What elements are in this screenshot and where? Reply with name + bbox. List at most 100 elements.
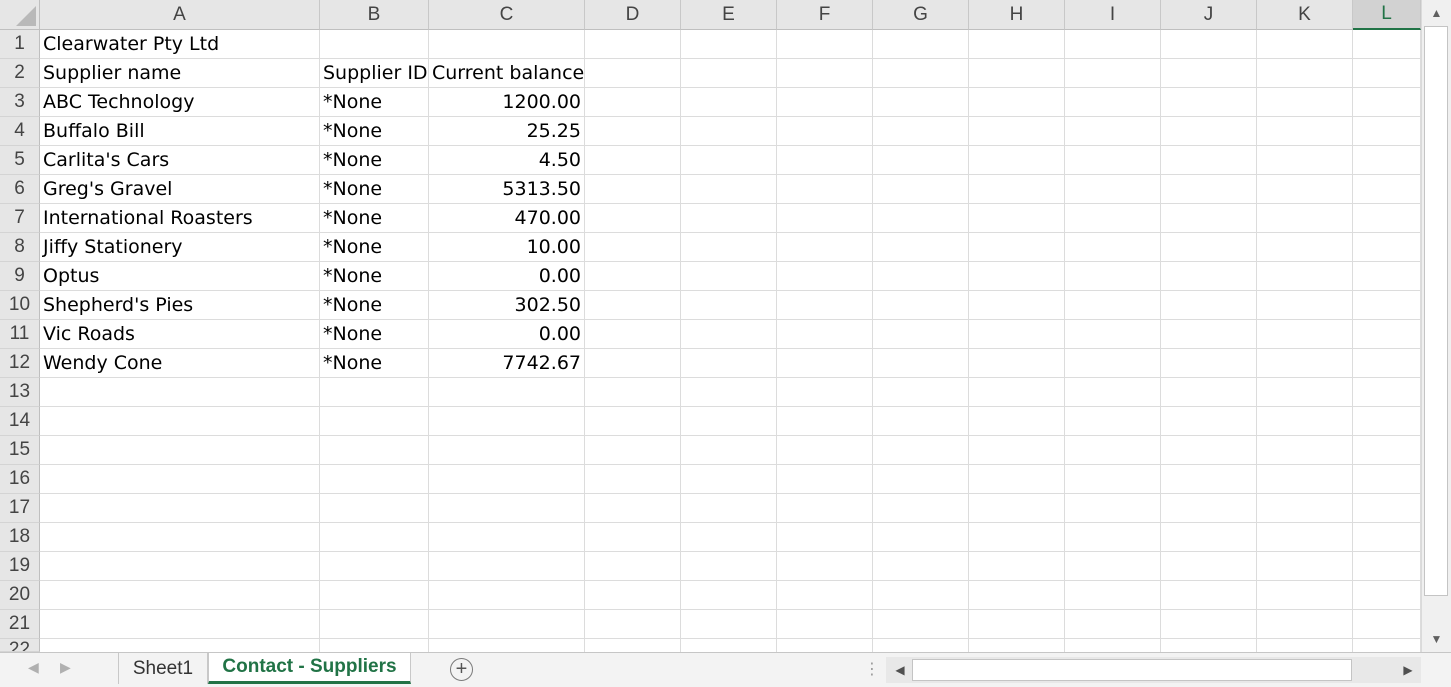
cell-k8[interactable] — [1257, 233, 1353, 262]
cell-h10[interactable] — [969, 291, 1065, 320]
cell-j3[interactable] — [1161, 88, 1257, 117]
cell-f22[interactable] — [777, 639, 873, 652]
cell-b17[interactable] — [320, 494, 429, 523]
cell-c6[interactable]: 5313.50 — [429, 175, 585, 204]
cell-b20[interactable] — [320, 581, 429, 610]
cell-j1[interactable] — [1161, 30, 1257, 59]
cell-f6[interactable] — [777, 175, 873, 204]
cell-h9[interactable] — [969, 262, 1065, 291]
cell-h15[interactable] — [969, 436, 1065, 465]
cell-f19[interactable] — [777, 552, 873, 581]
row-header-8[interactable]: 8 — [0, 233, 40, 262]
cell-j2[interactable] — [1161, 59, 1257, 88]
cell-f13[interactable] — [777, 378, 873, 407]
cell-k18[interactable] — [1257, 523, 1353, 552]
cell-i5[interactable] — [1065, 146, 1161, 175]
cell-g4[interactable] — [873, 117, 969, 146]
cell-a20[interactable] — [40, 581, 320, 610]
cell-e10[interactable] — [681, 291, 777, 320]
horizontal-scrollbar[interactable]: ◀ ▶ — [886, 657, 1421, 683]
cell-e14[interactable] — [681, 407, 777, 436]
cell-g8[interactable] — [873, 233, 969, 262]
cell-a15[interactable] — [40, 436, 320, 465]
cell-c21[interactable] — [429, 610, 585, 639]
cell-j16[interactable] — [1161, 465, 1257, 494]
cell-l6[interactable] — [1353, 175, 1421, 204]
row-header-21[interactable]: 21 — [0, 610, 40, 639]
cell-g17[interactable] — [873, 494, 969, 523]
cell-h13[interactable] — [969, 378, 1065, 407]
cell-l18[interactable] — [1353, 523, 1421, 552]
cell-j4[interactable] — [1161, 117, 1257, 146]
cell-d18[interactable] — [585, 523, 681, 552]
cell-e19[interactable] — [681, 552, 777, 581]
cell-e9[interactable] — [681, 262, 777, 291]
cell-a10[interactable]: Shepherd's Pies — [40, 291, 320, 320]
cell-g19[interactable] — [873, 552, 969, 581]
cell-j18[interactable] — [1161, 523, 1257, 552]
cell-c18[interactable] — [429, 523, 585, 552]
cell-l1[interactable] — [1353, 30, 1421, 59]
cell-g3[interactable] — [873, 88, 969, 117]
cell-d17[interactable] — [585, 494, 681, 523]
cell-j21[interactable] — [1161, 610, 1257, 639]
column-header-j[interactable]: J — [1161, 0, 1257, 30]
cell-b7[interactable]: *None — [320, 204, 429, 233]
cell-e8[interactable] — [681, 233, 777, 262]
cell-a16[interactable] — [40, 465, 320, 494]
cell-j8[interactable] — [1161, 233, 1257, 262]
cell-k3[interactable] — [1257, 88, 1353, 117]
cell-g22[interactable] — [873, 639, 969, 652]
row-header-16[interactable]: 16 — [0, 465, 40, 494]
cell-e12[interactable] — [681, 349, 777, 378]
cell-g16[interactable] — [873, 465, 969, 494]
cell-l11[interactable] — [1353, 320, 1421, 349]
cell-b1[interactable] — [320, 30, 429, 59]
cell-d22[interactable] — [585, 639, 681, 652]
prev-sheet-icon[interactable]: ◀ — [28, 659, 39, 676]
column-header-a[interactable]: A — [40, 0, 320, 30]
cell-k2[interactable] — [1257, 59, 1353, 88]
cell-l12[interactable] — [1353, 349, 1421, 378]
cell-e1[interactable] — [681, 30, 777, 59]
cell-d10[interactable] — [585, 291, 681, 320]
cell-b10[interactable]: *None — [320, 291, 429, 320]
cell-b2[interactable]: Supplier ID — [320, 59, 429, 88]
cell-k22[interactable] — [1257, 639, 1353, 652]
cell-b22[interactable] — [320, 639, 429, 652]
cell-h19[interactable] — [969, 552, 1065, 581]
cell-a13[interactable] — [40, 378, 320, 407]
cell-h18[interactable] — [969, 523, 1065, 552]
cell-h11[interactable] — [969, 320, 1065, 349]
cell-j14[interactable] — [1161, 407, 1257, 436]
worksheet-grid[interactable]: ABCDEFGHIJKL 1 2 3 4 5 6 7 8 9 10 11 12 13 14 15 16 17 18… — [0, 0, 1421, 652]
cell-c16[interactable] — [429, 465, 585, 494]
column-header-g[interactable]: G — [873, 0, 969, 30]
column-header-d[interactable]: D — [585, 0, 681, 30]
cell-l4[interactable] — [1353, 117, 1421, 146]
cell-f18[interactable] — [777, 523, 873, 552]
cell-i14[interactable] — [1065, 407, 1161, 436]
cell-a1[interactable]: Clearwater Pty Ltd — [40, 30, 320, 59]
cell-c17[interactable] — [429, 494, 585, 523]
sheet-tab-sheet1[interactable]: Sheet1 — [118, 653, 208, 684]
cell-b15[interactable] — [320, 436, 429, 465]
cell-j7[interactable] — [1161, 204, 1257, 233]
cell-l3[interactable] — [1353, 88, 1421, 117]
cell-l21[interactable] — [1353, 610, 1421, 639]
cell-l15[interactable] — [1353, 436, 1421, 465]
cell-l20[interactable] — [1353, 581, 1421, 610]
tab-split-handle-icon[interactable]: ⋮ — [864, 659, 880, 679]
cell-k17[interactable] — [1257, 494, 1353, 523]
cell-c8[interactable]: 10.00 — [429, 233, 585, 262]
row-header-22[interactable]: 22 — [0, 639, 40, 652]
cell-g11[interactable] — [873, 320, 969, 349]
cell-d5[interactable] — [585, 146, 681, 175]
cell-i8[interactable] — [1065, 233, 1161, 262]
cell-f21[interactable] — [777, 610, 873, 639]
cell-e7[interactable] — [681, 204, 777, 233]
cell-g10[interactable] — [873, 291, 969, 320]
row-header-15[interactable]: 15 — [0, 436, 40, 465]
cell-d16[interactable] — [585, 465, 681, 494]
cell-i17[interactable] — [1065, 494, 1161, 523]
